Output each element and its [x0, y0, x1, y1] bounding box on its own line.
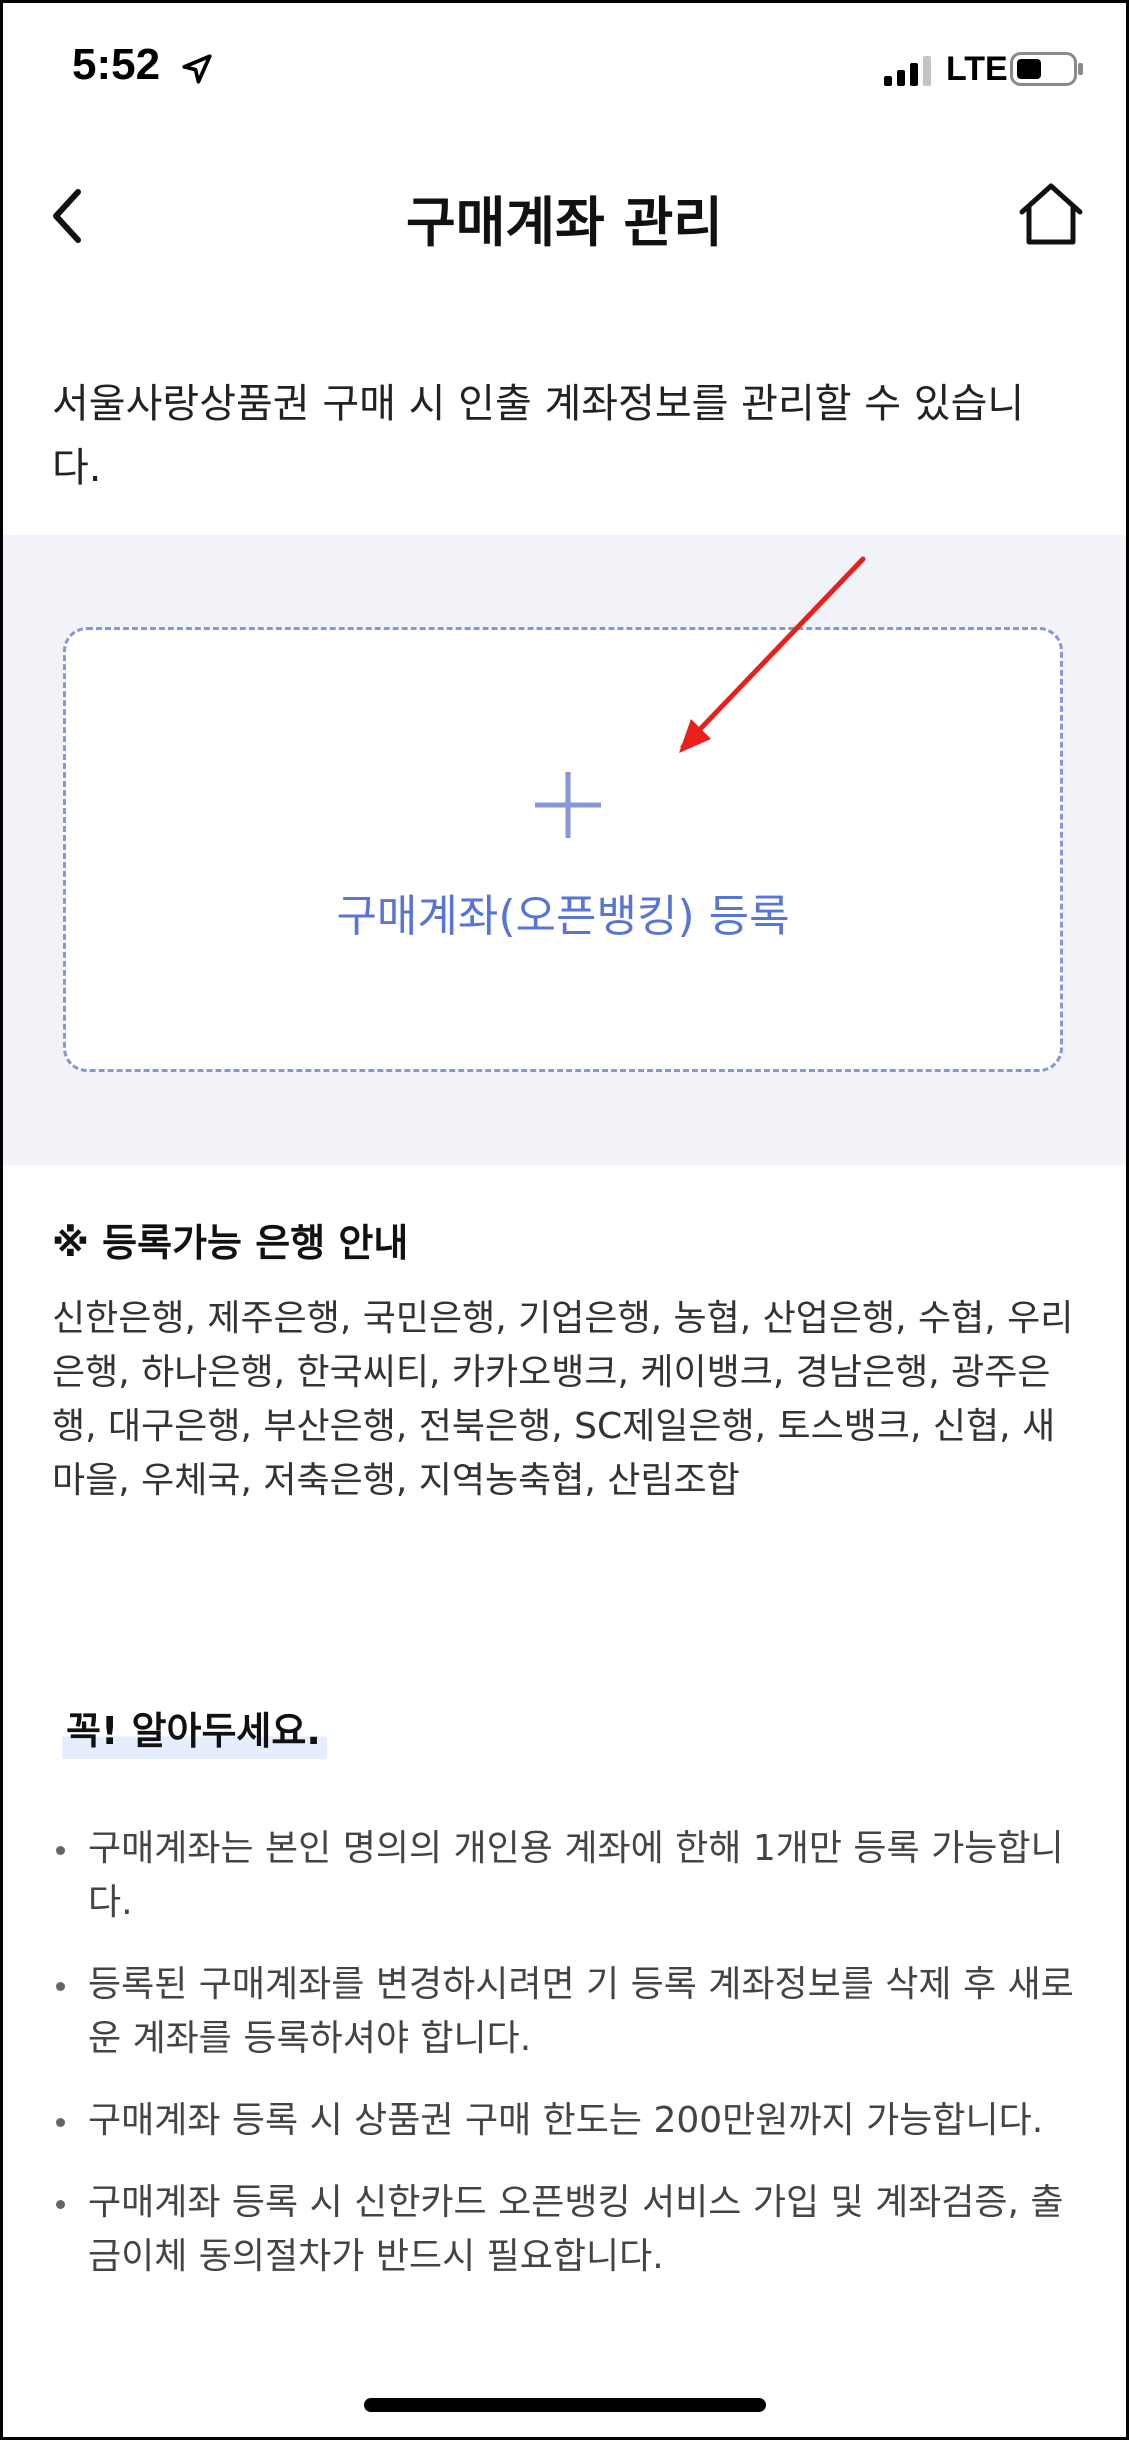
notice-item: 구매계좌는 본인 명의의 개인용 계좌에 한해 1개만 등록 가능합니다. [56, 1822, 1086, 1930]
bullet-icon [56, 2118, 65, 2127]
network-type: LTE [946, 50, 1008, 88]
notice-item-text: 구매계좌 등록 시 신한카드 오픈뱅킹 서비스 가입 및 계좌검증, 출금이체 … [88, 2182, 1064, 2277]
bank-guide-title: ※ 등록가능 은행 안내 [52, 1221, 409, 1265]
battery-icon [1010, 52, 1083, 86]
register-account-label: 구매계좌(오픈뱅킹) 등록 [336, 891, 790, 942]
bullet-icon [56, 2200, 65, 2209]
notice-item: 구매계좌 등록 시 상품권 구매 한도는 200만원까지 가능합니다. [56, 2094, 1086, 2148]
bullet-icon [56, 1846, 65, 1855]
notice-item-text: 등록된 구매계좌를 변경하시려면 기 등록 계좌정보를 삭제 후 새로운 계좌를… [88, 1964, 1074, 2059]
home-indicator[interactable] [364, 2398, 766, 2412]
notice-list: 구매계좌는 본인 명의의 개인용 계좌에 한해 1개만 등록 가능합니다. 등록… [56, 1822, 1086, 2312]
status-time: 5:52 [72, 40, 161, 89]
bank-list: 신한은행, 제주은행, 국민은행, 기업은행, 농협, 산업은행, 수협, 우리… [52, 1298, 1074, 1501]
annotation-arrow-icon [679, 556, 866, 753]
register-section: 구매계좌(오픈뱅킹) 등록 [3, 535, 1126, 1165]
status-bar: 5:52 LTE [0, 0, 1129, 140]
location-arrow-icon [182, 54, 212, 84]
notice-item: 구매계좌 등록 시 신한카드 오픈뱅킹 서비스 가입 및 계좌검증, 출금이체 … [56, 2176, 1086, 2284]
page-title: 구매계좌 관리 [406, 191, 723, 254]
register-account-button[interactable]: 구매계좌(오픈뱅킹) 등록 [63, 627, 1063, 1072]
notice-item-text: 구매계좌 등록 시 상품권 구매 한도는 200만원까지 가능합니다. [88, 2100, 1044, 2141]
cell-signal-icon [884, 56, 931, 86]
notice-title: 꼭! 알아두세요. [62, 1700, 327, 1759]
home-icon[interactable] [1018, 182, 1084, 246]
notice-section: 꼭! 알아두세요. [62, 1700, 327, 1759]
notice-item: 등록된 구매계좌를 변경하시려면 기 등록 계좌정보를 삭제 후 새로운 계좌를… [56, 1958, 1086, 2066]
page-description: 서울사랑상품권 구매 시 인출 계좌정보를 관리할 수 있습니다. [52, 381, 1025, 491]
bullet-icon [56, 1982, 65, 1991]
navigation-header: 구매계좌 관리 [0, 150, 1129, 280]
plus-icon [535, 772, 601, 838]
notice-item-text: 구매계좌는 본인 명의의 개인용 계좌에 한해 1개만 등록 가능합니다. [88, 1828, 1064, 1923]
